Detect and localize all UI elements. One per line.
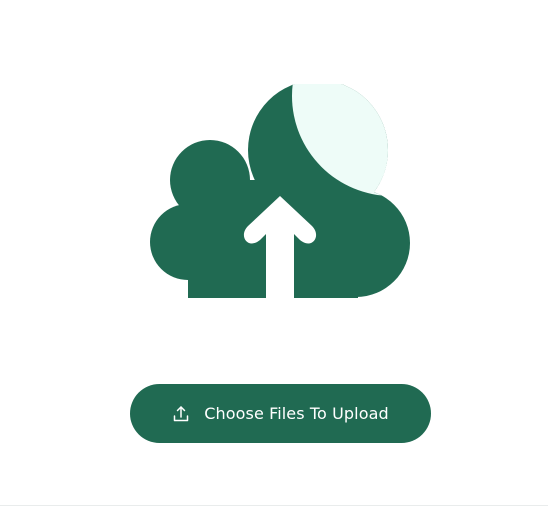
upload-icon xyxy=(172,405,190,423)
choose-files-label: Choose Files To Upload xyxy=(204,404,389,423)
cloud-upload-icon xyxy=(150,84,410,299)
upload-area: Choose Files To Upload xyxy=(0,0,548,507)
bottom-divider xyxy=(0,505,548,506)
choose-files-button[interactable]: Choose Files To Upload xyxy=(130,384,431,443)
